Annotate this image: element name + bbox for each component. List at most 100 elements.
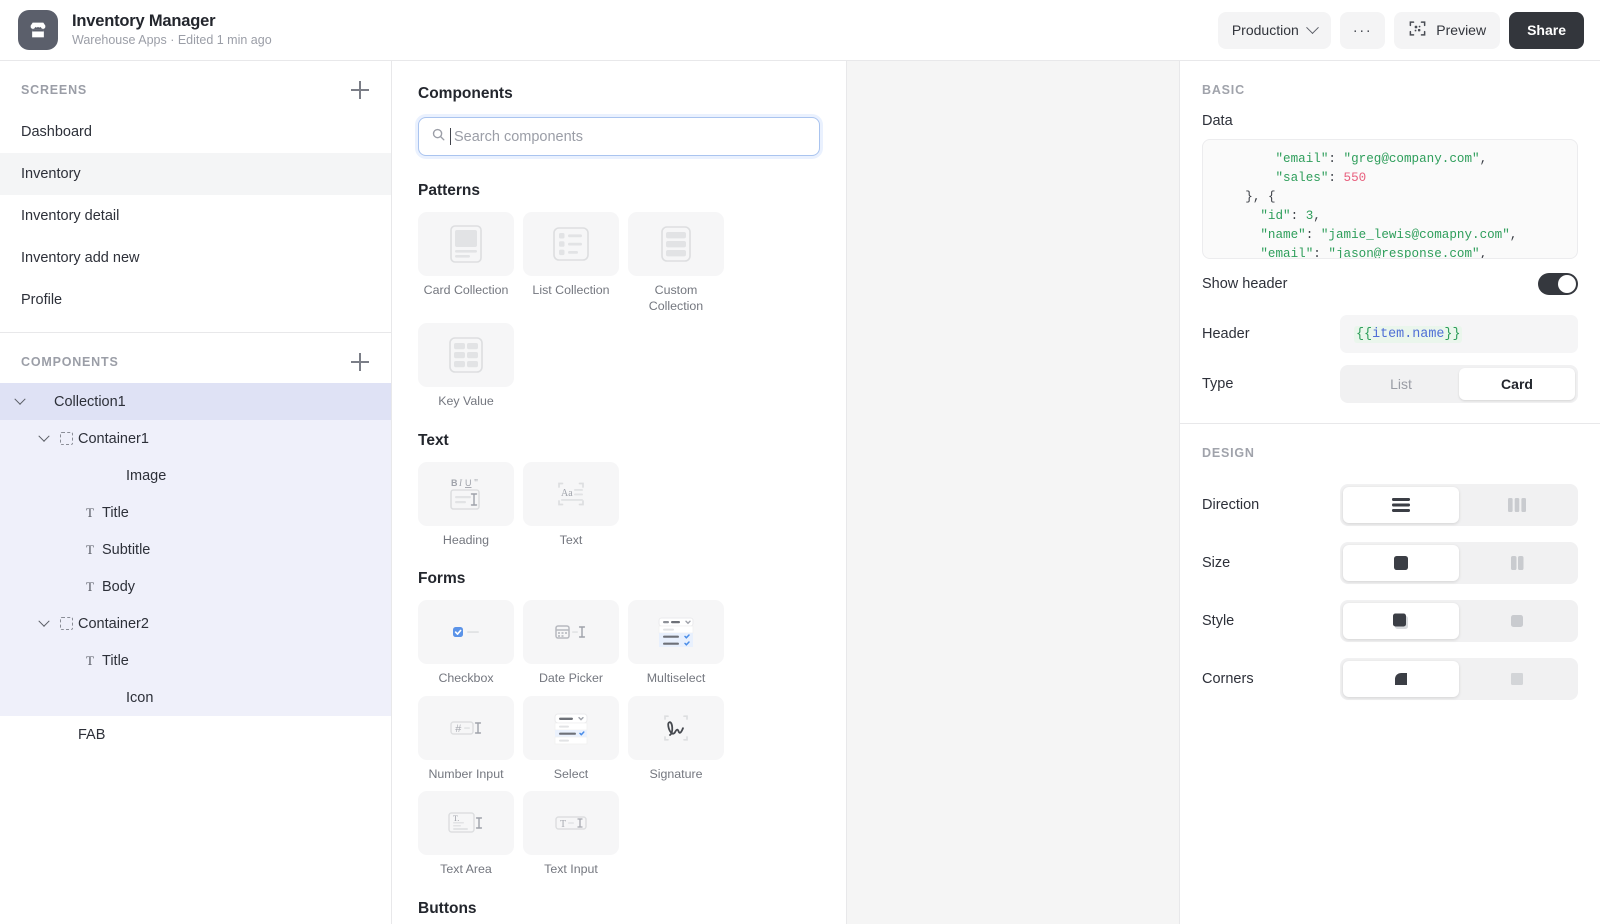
type-option[interactable]: List [1343, 368, 1459, 400]
tree-item-label: Collection1 [54, 393, 126, 410]
component-tile[interactable]: # Number Input [418, 695, 514, 783]
design-segmented-control[interactable] [1340, 542, 1578, 584]
component-tile[interactable]: Signature [628, 695, 724, 783]
component-tile-label: Card Collection [423, 283, 509, 297]
component-tile[interactable]: Multiselect [628, 600, 724, 687]
design-segmented-control[interactable] [1340, 658, 1578, 700]
container-icon [54, 617, 78, 630]
share-label: Share [1527, 22, 1566, 38]
key-value-icon [418, 323, 514, 387]
component-tile[interactable]: Checkbox [418, 600, 514, 687]
svg-text:B: B [451, 478, 458, 488]
more-options-button[interactable]: ··· [1339, 11, 1386, 49]
design-canvas[interactable] [847, 61, 1180, 924]
component-tile[interactable]: Key Value [418, 323, 514, 410]
component-group: Text B I U " Heading Aa Text [418, 432, 820, 549]
component-tile[interactable]: Card Collection [418, 212, 514, 314]
sidebar-screen-item[interactable]: Profile [0, 279, 391, 321]
tree-item[interactable]: Collection1 [0, 383, 391, 420]
chevron-down-icon[interactable] [34, 430, 54, 443]
multiselect-icon [628, 600, 724, 664]
add-component-button[interactable] [349, 351, 371, 373]
component-tile[interactable]: Date Picker [523, 600, 619, 687]
tree-item-label: Container2 [78, 615, 149, 632]
search-input[interactable]: Search components [418, 117, 820, 156]
size-small-icon[interactable] [1459, 545, 1575, 581]
sidebar-screen-item[interactable]: Inventory add new [0, 237, 391, 279]
component-tile[interactable]: List Collection [523, 212, 619, 314]
tree-item[interactable]: Container2 [0, 605, 391, 642]
component-grid: Card Collection List Collection Custom Col… [418, 212, 820, 410]
chevron-down-icon[interactable] [34, 615, 54, 628]
data-code-editor[interactable]: "email": "greg@company.com", "sales": 55… [1202, 139, 1578, 259]
show-header-toggle[interactable] [1538, 273, 1578, 295]
select-icon [523, 695, 619, 760]
corners-square-icon[interactable] [1459, 661, 1575, 697]
component-tile-label: Number Input [428, 766, 504, 781]
component-tile[interactable]: Aa Text [523, 461, 619, 549]
sidebar-screen-item[interactable]: Inventory [0, 153, 391, 195]
component-tile-label: Custom Collection [648, 283, 704, 313]
sidebar-screen-item[interactable]: Dashboard [0, 111, 391, 153]
tree-item[interactable]: Image [0, 457, 391, 494]
components-panel-heading: Components [418, 85, 513, 102]
type-segmented-control[interactable]: List Card [1340, 365, 1578, 403]
top-bar: Inventory Manager Warehouse Apps · Edite… [0, 0, 1600, 61]
component-tile[interactable]: Custom Collection [628, 212, 724, 314]
style-shadow-icon[interactable] [1343, 603, 1459, 639]
sidebar-screen-item[interactable]: Inventory detail [0, 195, 391, 237]
tree-item-label: Subtitle [102, 541, 151, 558]
environment-selector[interactable]: Production [1217, 11, 1331, 49]
tree-item[interactable]: Container1 [0, 420, 391, 457]
tree-item[interactable]: T Body [0, 568, 391, 605]
components-section-title: COMPONENTS [21, 355, 119, 369]
tree-item-label: Body [102, 578, 136, 595]
design-segmented-control[interactable] [1340, 600, 1578, 642]
share-button[interactable]: Share [1509, 11, 1584, 49]
component-tile-label: Text Area [440, 862, 492, 876]
scan-code-icon [1408, 19, 1427, 41]
svg-text:I: I [458, 478, 463, 488]
component-tile[interactable]: Select [523, 695, 619, 783]
design-row-label: Style [1202, 613, 1235, 629]
preview-button[interactable]: Preview [1394, 11, 1501, 49]
component-tile[interactable]: T. Text Area [418, 791, 514, 878]
date-picker-icon [523, 600, 619, 664]
brand: Inventory Manager Warehouse Apps · Edite… [18, 10, 272, 50]
tree-item[interactable]: T Title [0, 642, 391, 679]
component-group: ButtonsAction [418, 900, 820, 924]
type-option[interactable]: Card [1459, 368, 1575, 400]
add-screen-button[interactable] [349, 79, 371, 101]
top-bar-actions: Production ··· Preview Share [1217, 11, 1584, 49]
size-large-icon[interactable] [1343, 545, 1459, 581]
svg-text:Aa: Aa [561, 488, 573, 499]
design-row-label: Size [1202, 555, 1231, 571]
component-tile[interactable]: B I U " Heading [418, 461, 514, 549]
component-tile[interactable]: T Text Input [523, 791, 619, 878]
style-flat-icon[interactable] [1459, 603, 1575, 639]
component-group: Forms Checkbox Date Picker Multiselect # Numb… [418, 570, 820, 878]
tree-item[interactable]: T Subtitle [0, 531, 391, 568]
svg-text:": " [474, 478, 478, 489]
design-row: Corners [1180, 650, 1600, 708]
storefront-icon [18, 10, 58, 50]
show-header-row: Show header [1180, 259, 1600, 309]
chevron-down-icon[interactable] [10, 393, 30, 406]
tree-item[interactable]: T Title [0, 494, 391, 531]
header-binding-field[interactable]: {{item.name}} [1340, 315, 1578, 353]
corners-rounded-icon[interactable] [1343, 661, 1459, 697]
tree-item-label: FAB [78, 726, 106, 743]
component-tree: Collection1 Container1 Image T Title T Subtitl… [0, 383, 391, 753]
data-label: Data [1202, 113, 1233, 129]
component-tile-label: Select [553, 766, 589, 781]
component-group-title: Buttons [418, 899, 477, 917]
columns-icon[interactable] [1459, 487, 1575, 523]
tree-item[interactable]: FAB [0, 716, 391, 753]
components-section-header: COMPONENTS [0, 333, 391, 383]
design-row: Style [1180, 592, 1600, 650]
tree-item[interactable]: Icon [0, 679, 391, 716]
design-segmented-control[interactable] [1340, 484, 1578, 526]
text-element-icon: T [86, 578, 94, 594]
signature-icon [628, 695, 724, 760]
rows-icon[interactable] [1343, 487, 1459, 523]
